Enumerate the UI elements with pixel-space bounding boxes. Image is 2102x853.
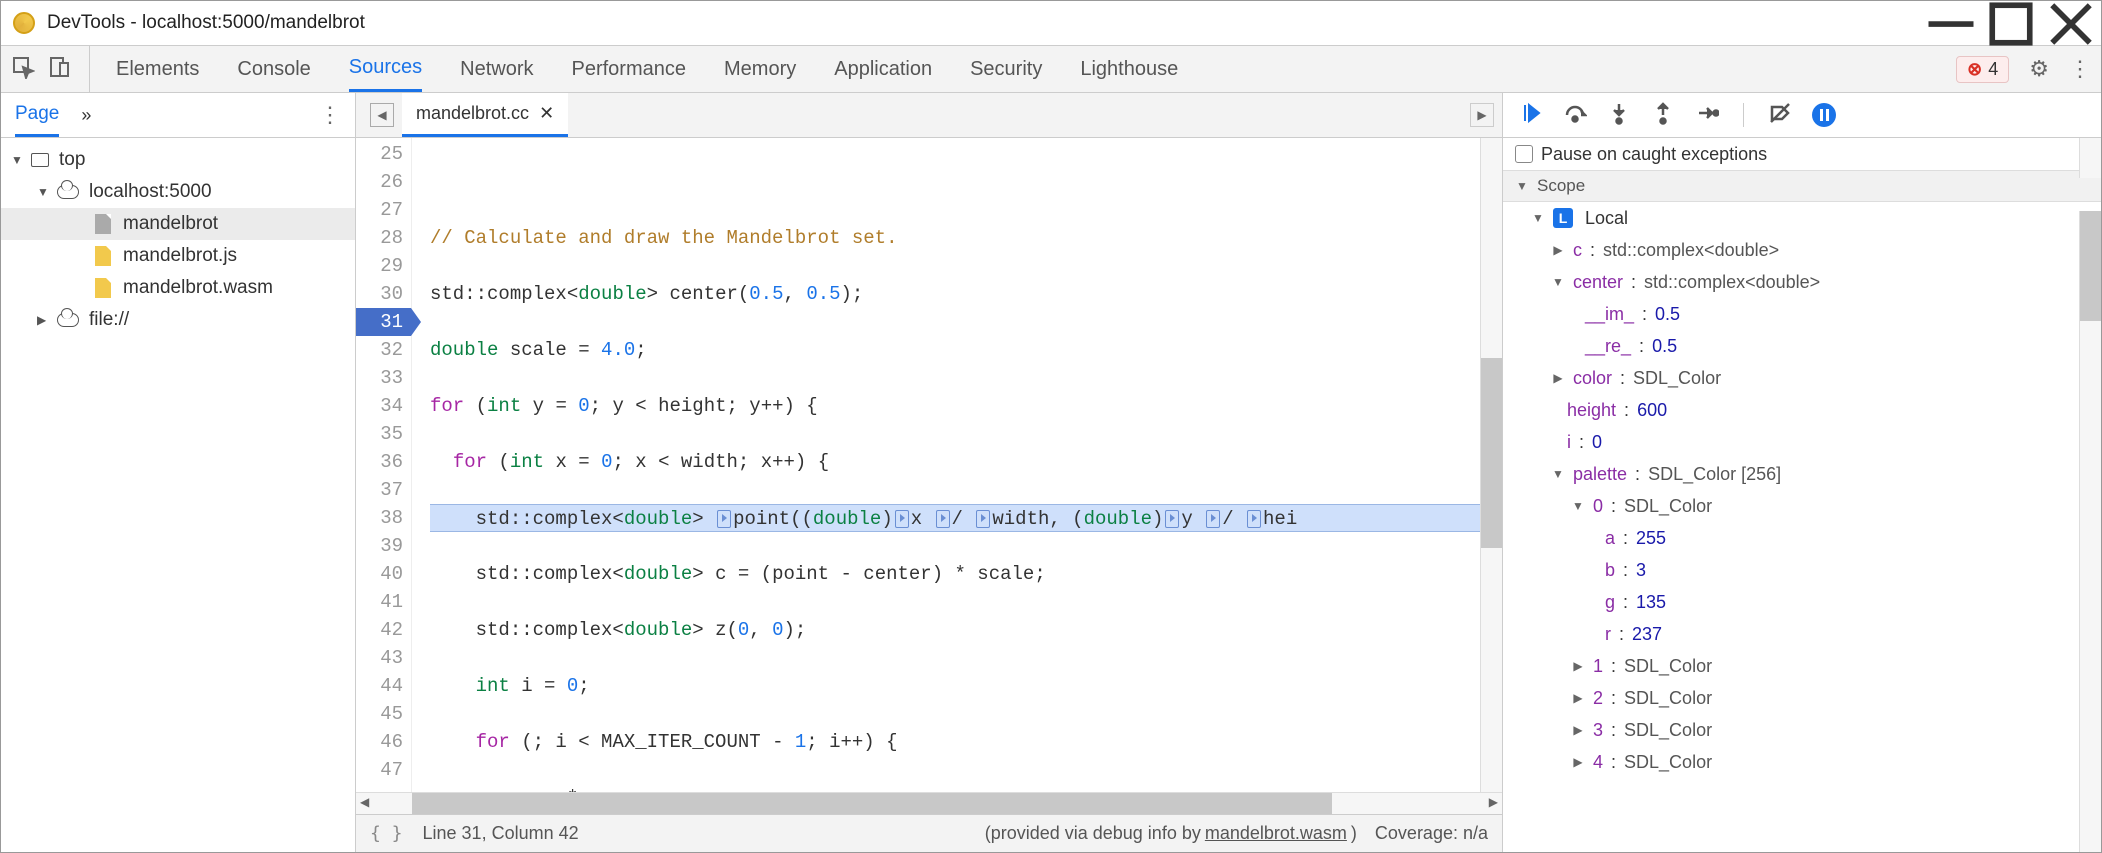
var-palette-0-a[interactable]: a: 255 bbox=[1503, 522, 2101, 554]
error-icon: ⊗ bbox=[1967, 59, 1982, 80]
devtools-icon bbox=[13, 12, 35, 34]
horizontal-scrollbar[interactable]: ◀▶ bbox=[356, 792, 1502, 814]
var-palette[interactable]: ▼palette: SDL_Color [256] bbox=[1503, 458, 2101, 490]
close-tab-icon[interactable]: ✕ bbox=[539, 103, 554, 124]
var-center[interactable]: ▼center: std::complex<double> bbox=[1503, 266, 2101, 298]
inspect-element-icon[interactable] bbox=[11, 55, 35, 84]
local-badge-icon: L bbox=[1553, 208, 1573, 228]
panel-tabs: Elements Console Sources Network Perform… bbox=[90, 46, 1178, 92]
titlebar: DevTools - localhost:5000/mandelbrot bbox=[1, 1, 2101, 46]
navigator-sidebar: Page » ⋮ ▼top ▼localhost:5000 mandelbrot… bbox=[1, 93, 356, 852]
scope-section-header[interactable]: ▼Scope bbox=[1503, 170, 2101, 202]
var-palette-0-r[interactable]: r: 237 bbox=[1503, 618, 2101, 650]
step-over-button[interactable] bbox=[1563, 101, 1587, 130]
editor-tab-mandelbrot[interactable]: mandelbrot.cc✕ bbox=[402, 93, 568, 137]
tab-security[interactable]: Security bbox=[970, 46, 1042, 92]
tab-elements[interactable]: Elements bbox=[116, 46, 199, 92]
var-i[interactable]: i: 0 bbox=[1503, 426, 2101, 458]
step-out-button[interactable] bbox=[1651, 101, 1675, 130]
cloud-icon bbox=[57, 313, 79, 327]
tree-file-scheme[interactable]: ▶file:// bbox=[1, 304, 355, 336]
window-maximize-button[interactable] bbox=[1981, 1, 2041, 46]
debug-marker-icon bbox=[1247, 510, 1261, 528]
window-close-button[interactable] bbox=[2041, 1, 2101, 46]
file-icon bbox=[95, 246, 111, 266]
debug-marker-icon bbox=[717, 510, 731, 528]
debug-marker-icon bbox=[1165, 510, 1179, 528]
deactivate-breakpoints-button[interactable] bbox=[1768, 101, 1792, 130]
pause-indicator-icon[interactable] bbox=[1812, 103, 1836, 127]
tab-network[interactable]: Network bbox=[460, 46, 533, 92]
error-count-badge[interactable]: ⊗4 bbox=[1956, 56, 2009, 83]
scope-top-scrollbar[interactable] bbox=[2079, 138, 2101, 178]
debug-marker-icon bbox=[976, 510, 990, 528]
var-center-re[interactable]: __re_: 0.5 bbox=[1503, 330, 2101, 362]
sidebar-more-tabs-icon[interactable]: » bbox=[81, 105, 91, 126]
var-palette-0[interactable]: ▼0: SDL_Color bbox=[1503, 490, 2101, 522]
nav-forward-button[interactable]: ▶ bbox=[1470, 103, 1494, 127]
tab-lighthouse[interactable]: Lighthouse bbox=[1080, 46, 1178, 92]
var-palette-1[interactable]: ▶1: SDL_Color bbox=[1503, 650, 2101, 682]
debug-marker-icon bbox=[1206, 510, 1220, 528]
more-menu-icon[interactable]: ⋮ bbox=[2069, 56, 2091, 82]
cursor-position: Line 31, Column 42 bbox=[423, 823, 579, 844]
tree-file-mandelbrot-js[interactable]: mandelbrot.js bbox=[1, 240, 355, 272]
code-content[interactable]: // Calculate and draw the Mandelbrot set… bbox=[412, 138, 1502, 792]
file-tree: ▼top ▼localhost:5000 mandelbrot mandelbr… bbox=[1, 138, 355, 342]
line-gutter[interactable]: 252627282930 31 323334353637383940414243… bbox=[356, 138, 412, 792]
tree-file-mandelbrot-wasm[interactable]: mandelbrot.wasm bbox=[1, 272, 355, 304]
tab-application[interactable]: Application bbox=[834, 46, 932, 92]
window-minimize-button[interactable] bbox=[1921, 1, 1981, 46]
breakpoint-marker[interactable]: 31 bbox=[356, 308, 411, 336]
var-height[interactable]: height: 600 bbox=[1503, 394, 2101, 426]
window-icon bbox=[31, 153, 49, 167]
var-c[interactable]: ▶c: std::complex<double> bbox=[1503, 234, 2101, 266]
tab-console[interactable]: Console bbox=[237, 46, 310, 92]
pretty-print-icon[interactable]: { } bbox=[370, 823, 403, 844]
var-palette-3[interactable]: ▶3: SDL_Color bbox=[1503, 714, 2101, 746]
step-button[interactable] bbox=[1695, 101, 1719, 130]
tab-memory[interactable]: Memory bbox=[724, 46, 796, 92]
editor-panel: ◀ mandelbrot.cc✕ ▶ 252627282930 31 32333… bbox=[356, 93, 1503, 852]
var-palette-2[interactable]: ▶2: SDL_Color bbox=[1503, 682, 2101, 714]
sidebar-menu-icon[interactable]: ⋮ bbox=[319, 102, 341, 128]
debugger-toolbar bbox=[1503, 93, 2101, 138]
var-color[interactable]: ▶color: SDL_Color bbox=[1503, 362, 2101, 394]
file-icon bbox=[95, 214, 111, 234]
scope-scrollbar[interactable] bbox=[2079, 211, 2101, 852]
file-icon bbox=[95, 278, 111, 298]
debug-info-link[interactable]: mandelbrot.wasm bbox=[1205, 823, 1347, 844]
editor-status-bar: { } Line 31, Column 42 (provided via deb… bbox=[356, 814, 1502, 852]
tree-host[interactable]: ▼localhost:5000 bbox=[1, 176, 355, 208]
scope-local[interactable]: ▼LLocal bbox=[1503, 202, 2101, 234]
settings-icon[interactable]: ⚙ bbox=[2029, 56, 2049, 82]
tree-top[interactable]: ▼top bbox=[1, 144, 355, 176]
coverage-status: Coverage: n/a bbox=[1375, 823, 1488, 844]
error-count: 4 bbox=[1988, 59, 1998, 80]
tab-sources[interactable]: Sources bbox=[349, 46, 422, 92]
cloud-icon bbox=[57, 185, 79, 199]
var-palette-4[interactable]: ▶4: SDL_Color bbox=[1503, 746, 2101, 778]
debugger-panel: Pause on caught exceptions ▼Scope ▼LLoca… bbox=[1503, 93, 2101, 852]
resume-button[interactable] bbox=[1519, 101, 1543, 130]
sidebar-tab-page[interactable]: Page bbox=[15, 93, 59, 137]
debug-marker-icon bbox=[895, 510, 909, 528]
device-toolbar-icon[interactable] bbox=[47, 55, 71, 84]
main-toolbar: Elements Console Sources Network Perform… bbox=[1, 46, 2101, 93]
pause-on-caught-row[interactable]: Pause on caught exceptions bbox=[1503, 138, 2101, 170]
tab-performance[interactable]: Performance bbox=[572, 46, 687, 92]
code-area[interactable]: 252627282930 31 323334353637383940414243… bbox=[356, 138, 1502, 792]
var-center-im[interactable]: __im_: 0.5 bbox=[1503, 298, 2101, 330]
window-title: DevTools - localhost:5000/mandelbrot bbox=[47, 12, 365, 34]
tree-file-mandelbrot[interactable]: mandelbrot bbox=[1, 208, 355, 240]
step-into-button[interactable] bbox=[1607, 101, 1631, 130]
vertical-scrollbar[interactable] bbox=[1480, 138, 1502, 792]
nav-back-button[interactable]: ◀ bbox=[370, 103, 394, 127]
var-palette-0-g[interactable]: g: 135 bbox=[1503, 586, 2101, 618]
debug-marker-icon bbox=[936, 510, 950, 528]
var-palette-0-b[interactable]: b: 3 bbox=[1503, 554, 2101, 586]
checkbox[interactable] bbox=[1515, 145, 1533, 163]
editor-tab-bar: ◀ mandelbrot.cc✕ ▶ bbox=[356, 93, 1502, 138]
